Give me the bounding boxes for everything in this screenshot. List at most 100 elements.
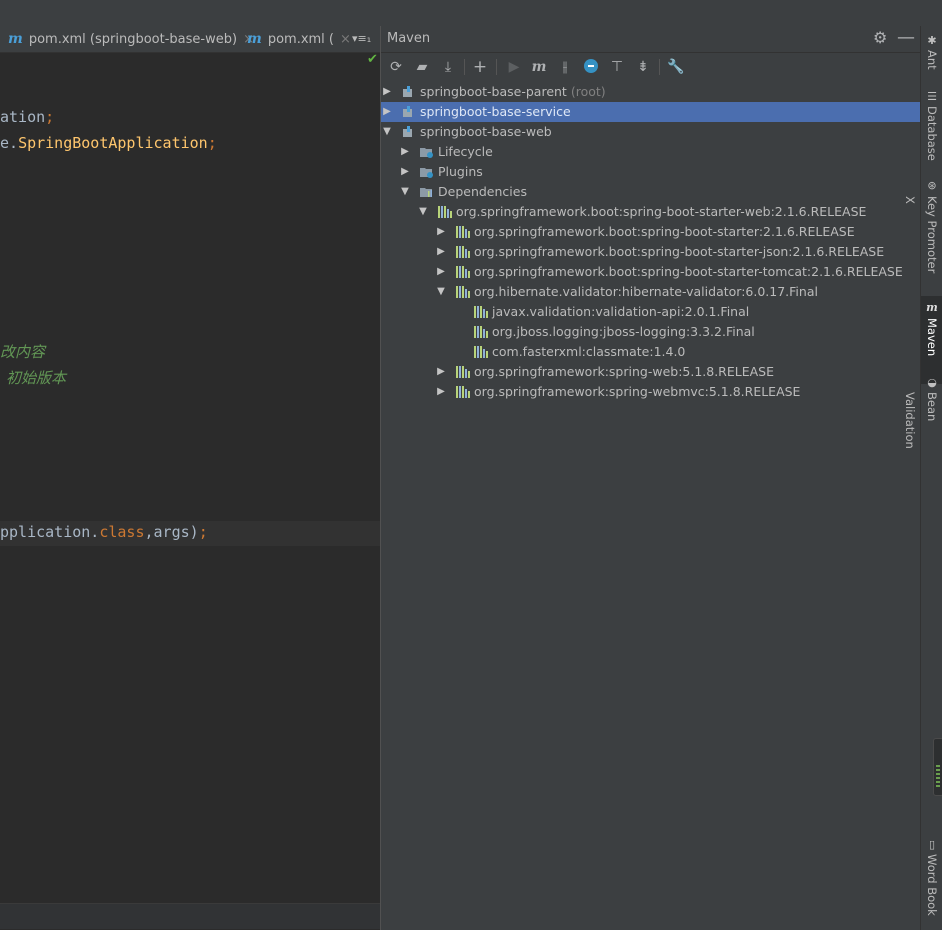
toolbar-separator [659,59,660,75]
gear-icon[interactable]: ⚙ [873,28,887,47]
tool-tab-ant[interactable]: Ant [921,50,942,76]
checkmark-icon: ✔ [367,52,378,67]
tree-item-project-selected[interactable]: ▶ springboot-base-service [381,102,920,122]
maven-goal-icon[interactable]: m [530,58,548,76]
tree-item-label: javax.validation:validation-api:2.0.1.Fi… [492,304,750,319]
tree-item-dependency[interactable]: ▼ org.springframework.boot:spring-boot-s… [381,202,920,222]
maven-file-icon: m [247,31,262,47]
maven-module-icon [403,86,412,97]
refresh-icon[interactable]: ⟳ [387,58,405,76]
tree-item-dependency-leaf[interactable]: org.jboss.logging:jboss-logging:3.3.2.Fi… [381,322,920,342]
tree-item-label: Dependencies [438,184,527,199]
library-icon [456,386,470,398]
tab-label: pom.xml (springboot-base-web) [28,32,238,47]
generate-sources-icon[interactable]: ▰ [413,58,431,76]
expand-arrow-icon[interactable]: ▶ [381,82,393,102]
maven-title: Maven [387,31,431,46]
tab-pom-other[interactable]: m pom.xml (× [247,26,351,52]
tool-tab-word-book[interactable]: Word Book [921,854,942,918]
library-icon [456,286,470,298]
expand-arrow-icon[interactable]: ▶ [435,242,447,262]
expand-arrow-icon[interactable]: ▶ [381,102,393,122]
tree-item-dependency[interactable]: ▶ org.springframework.boot:spring-boot-s… [381,222,920,242]
expand-arrow-icon[interactable]: ▶ [435,362,447,382]
tree-item-dependency[interactable]: ▶ org.springframework:spring-webmvc:5.1.… [381,382,920,402]
library-icon [438,206,452,218]
library-icon [456,226,470,238]
tree-item-project[interactable]: ▶ springboot-base-parent (root) [381,82,920,102]
tree-item-label: org.springframework:spring-web:5.1.8.REL… [474,364,775,379]
library-icon [456,366,470,378]
collapse-arrow-icon[interactable]: ▼ [435,282,447,302]
tree-item-dependency[interactable]: ▶ org.springframework.boot:spring-boot-s… [381,242,920,262]
run-icon[interactable]: ▶ [505,58,523,76]
close-icon[interactable]: × [340,32,351,47]
download-icon[interactable]: ⤓ [439,58,457,76]
show-hidden-tabs-button[interactable]: ▾≡₁ [352,26,371,52]
maven-tool-window: Maven ⚙ — ⟳ ▰ ⤓ + ▶ m ⫲ ⊤ ⇟ 🔧 ▶ springbo… [381,26,920,930]
tree-item-lifecycle[interactable]: ▶ Lifecycle [381,142,920,162]
root-suffix: (root) [570,84,606,99]
wrench-icon[interactable]: 🔧 [667,58,685,76]
editor-breadcrumb-bar [0,903,380,929]
tree-item-plugins[interactable]: ▶ Plugins [381,162,920,182]
ant-icon: ✱ [927,34,937,47]
maven-file-icon: m [8,31,23,47]
expand-arrow-icon[interactable]: ▶ [435,262,447,282]
maven-module-icon [403,126,412,137]
tool-tab-database[interactable]: Database [921,106,942,161]
memory-indicator[interactable] [933,738,942,796]
tree-item-label: springboot-base-web [420,124,552,139]
collapse-arrow-icon[interactable]: ▼ [381,122,393,142]
window-top-bar [0,0,942,27]
library-icon [456,246,470,258]
collapse-arrow-icon[interactable]: ▼ [399,182,411,202]
database-icon: ☰ [927,90,937,103]
tree-item-project[interactable]: ▼ springboot-base-web [381,122,920,142]
maven-header: Maven ⚙ — [381,26,920,53]
folder-gear-icon [420,148,433,158]
tree-item-dependency-leaf[interactable]: com.fasterxml:classmate:1.4.0 [381,342,920,362]
tree-item-dependency[interactable]: ▶ org.springframework.boot:spring-boot-s… [381,262,920,282]
tool-tab-bean-validation[interactable]: Bean Validation [903,392,942,476]
word-book-icon: ▯ [928,838,936,851]
library-icon [474,326,488,338]
tool-tab-key-promoter[interactable]: Key Promoter X [903,196,942,284]
memory-level-bar [936,765,940,789]
tree-item-label: org.springframework.boot:spring-boot-sta… [474,224,855,239]
tab-pom-web[interactable]: m pom.xml (springboot-base-web) × [8,26,254,52]
tree-item-dependency[interactable]: ▶ org.springframework:spring-web:5.1.8.R… [381,362,920,382]
folder-gear-icon [420,168,433,178]
add-icon[interactable]: + [471,58,489,76]
tree-item-dependency[interactable]: ▼ org.hibernate.validator:hibernate-vali… [381,282,920,302]
code-line: ation; [0,108,55,126]
code-comment-line: 初始版本 [6,369,67,387]
tree-item-label: org.hibernate.validator:hibernate-valida… [474,284,818,299]
collapse-arrow-icon[interactable]: ▼ [417,202,429,222]
tree-item-dependencies[interactable]: ▼ Dependencies [381,182,920,202]
expand-arrow-icon[interactable]: ▶ [435,382,447,402]
tree-item-label: Plugins [438,164,483,179]
tree-item-label: org.jboss.logging:jboss-logging:3.3.2.Fi… [492,324,755,339]
code-line: pplication.class,args); [0,523,208,541]
toolbar-separator [496,59,497,75]
expand-arrow-icon[interactable]: ▶ [399,142,411,162]
tree-item-label: org.springframework.boot:spring-boot-sta… [474,244,885,259]
skip-tests-icon[interactable] [582,58,600,76]
toolbar-separator [464,59,465,75]
hide-panel-icon[interactable]: — [897,26,915,50]
tree-item-label: springboot-base-parent [420,84,567,99]
tree-item-dependency-leaf[interactable]: javax.validation:validation-api:2.0.1.Fi… [381,302,920,322]
editor-tab-bar: m pom.xml (springboot-base-web) × m pom.xml… [0,26,380,53]
dependencies-folder-icon [420,188,432,197]
tree-item-label: springboot-base-service [420,104,571,119]
tree-item-label: org.springframework.boot:spring-boot-sta… [474,264,903,279]
toggle-offline-icon[interactable]: ⫲ [556,58,574,76]
maven-icon: m [926,301,938,314]
show-dependencies-icon[interactable]: ⊤ [608,58,626,76]
expand-arrow-icon[interactable]: ▶ [435,222,447,242]
tree-item-label: Lifecycle [438,144,493,159]
code-editor[interactable]: m pom.xml (springboot-base-web) × m pom.xml… [0,26,380,930]
collapse-all-icon[interactable]: ⇟ [634,58,652,76]
expand-arrow-icon[interactable]: ▶ [399,162,411,182]
